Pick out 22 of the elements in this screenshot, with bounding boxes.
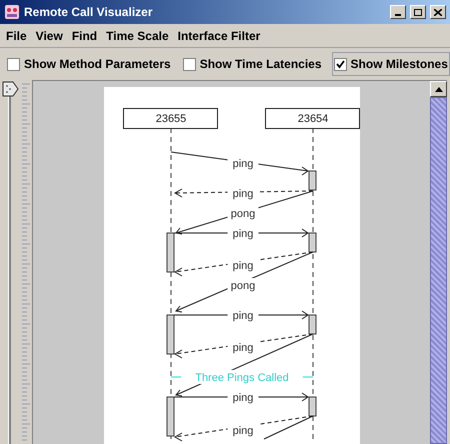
checkbox-option[interactable]: Show Time Latencies — [180, 52, 324, 76]
message-label: ping — [232, 260, 254, 272]
menu-item[interactable]: Time Scale — [106, 26, 169, 44]
menu-item[interactable]: Find — [72, 26, 98, 44]
participant-label: 23655 — [156, 113, 186, 125]
message-label: ping — [232, 392, 254, 404]
checkbox-option[interactable]: Show Milestones — [332, 52, 450, 76]
message-label: ping — [232, 310, 254, 322]
message-label: pong — [230, 208, 256, 220]
message-label: pong — [230, 280, 256, 292]
menu-item[interactable]: View — [36, 26, 63, 44]
message-label: ping — [232, 228, 254, 240]
menu-item[interactable]: Interface Filter — [178, 26, 260, 44]
window-title: Remote Call Visualizer — [24, 4, 154, 21]
participant-label: 23654 — [298, 113, 328, 125]
message-label: ping — [232, 342, 254, 354]
message-label: ping — [232, 158, 254, 170]
message-label: Three Pings Called — [195, 372, 289, 384]
message-label: ping — [232, 425, 254, 437]
message-label: ping — [232, 188, 254, 200]
checkbox-option[interactable]: Show Method Parameters — [5, 52, 173, 76]
menu-item[interactable]: File — [6, 26, 27, 44]
